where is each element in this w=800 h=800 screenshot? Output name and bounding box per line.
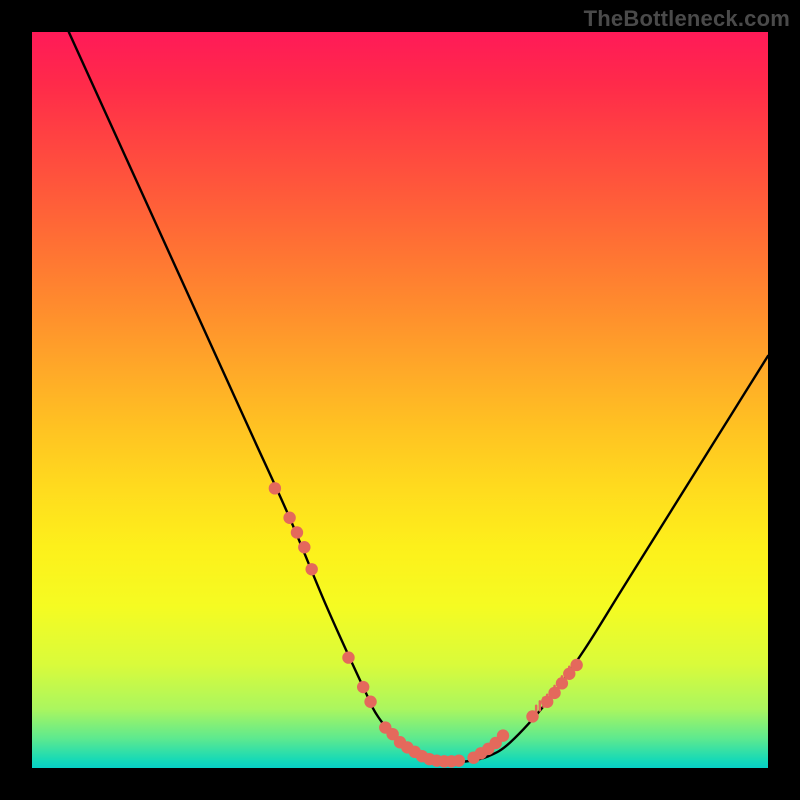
marker-dot (357, 681, 369, 693)
marker-dot (342, 651, 354, 663)
watermark-text: TheBottleneck.com (584, 6, 790, 32)
chart-svg (32, 32, 768, 768)
marker-dot (291, 526, 303, 538)
marker-dot (283, 512, 295, 524)
outer-frame: TheBottleneck.com (0, 0, 800, 800)
marker-dot (364, 696, 376, 708)
marker-dot (298, 541, 310, 553)
marker-dot (269, 482, 281, 494)
marker-dot (526, 710, 538, 722)
marker-layer (269, 482, 583, 767)
bottleneck-curve (69, 32, 768, 762)
plot-area (32, 32, 768, 768)
marker-dot (453, 754, 465, 766)
marker-dot (570, 659, 582, 671)
marker-dot (497, 729, 509, 741)
marker-dot (305, 563, 317, 575)
